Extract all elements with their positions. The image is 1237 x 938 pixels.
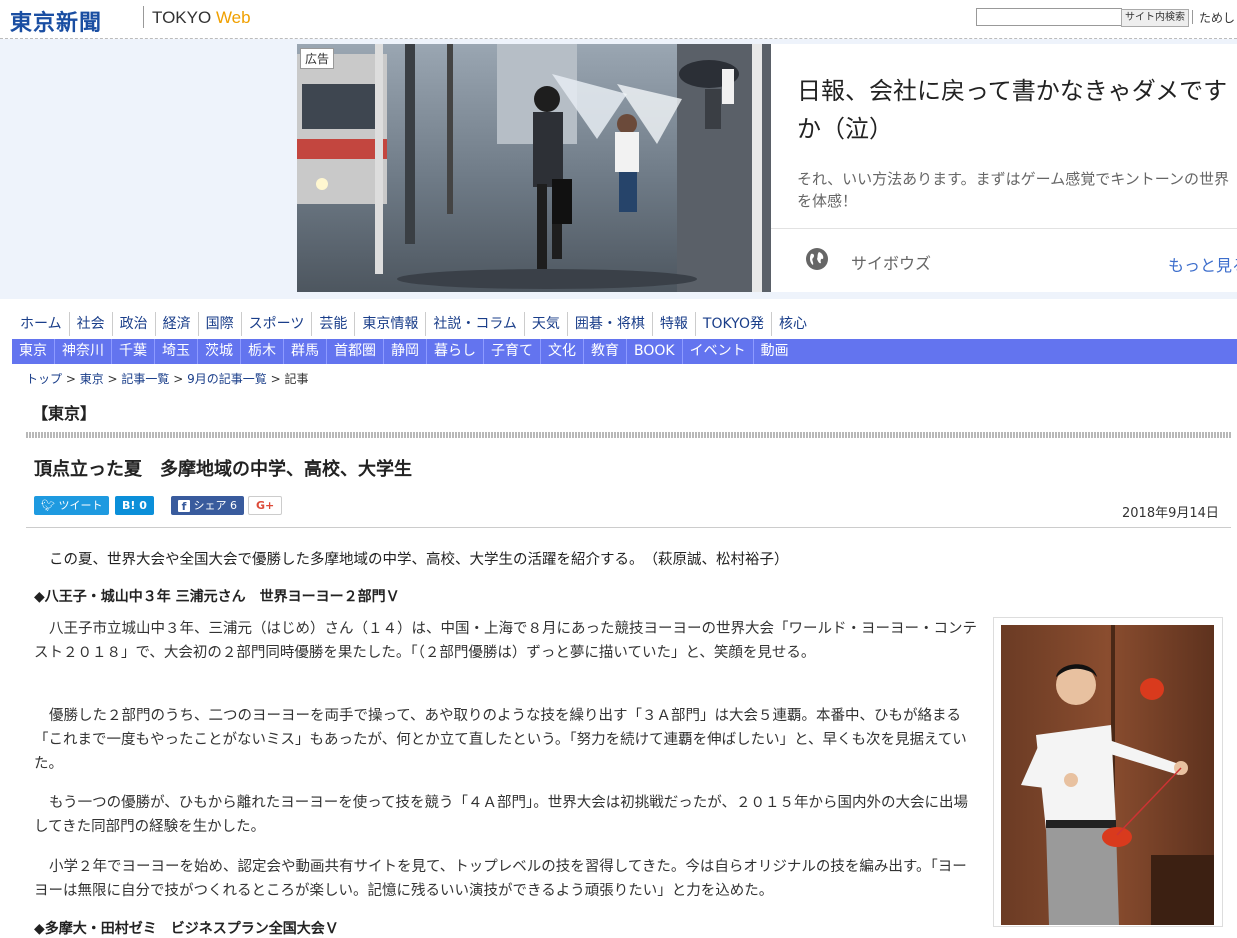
site-search-button[interactable]: サイト内検索: [1121, 9, 1189, 27]
nav-region-book[interactable]: BOOK: [626, 339, 682, 364]
nav-item-home[interactable]: ホーム: [13, 312, 69, 336]
nav-item-weather[interactable]: 天気: [523, 312, 567, 336]
breadcrumb-top[interactable]: トップ: [26, 372, 62, 386]
nav-region-kanagawa[interactable]: 神奈川: [54, 339, 111, 364]
nav-item-entertainment[interactable]: 芸能: [311, 312, 354, 336]
ad-divider: [771, 228, 1237, 229]
ad-photo-rainy-street[interactable]: [297, 44, 771, 292]
logo-en-web: Web: [215, 8, 251, 27]
globe-icon-svg: [806, 248, 828, 270]
nav-region-saitama[interactable]: 埼玉: [154, 339, 197, 364]
nav-region-tokyo[interactable]: 東京: [12, 339, 54, 364]
nav-item-society[interactable]: 社会: [68, 312, 112, 336]
nav-region-ibaraki[interactable]: 茨城: [197, 339, 240, 364]
breadcrumb-article-list[interactable]: 記事一覧: [121, 372, 169, 386]
section-title: 【東京】: [32, 404, 97, 423]
main-navigation: ホーム 社会 政治 経済 国際 スポーツ 芸能 東京情報 社説・コラム 天気 囲…: [13, 312, 814, 336]
breadcrumb-sep: >: [266, 372, 285, 386]
nav-item-tokyo-hatsu[interactable]: TOKYO発: [694, 312, 771, 336]
facebook-share-button[interactable]: f シェア 6: [171, 496, 244, 515]
nav-item-politics[interactable]: 政治: [111, 312, 155, 336]
nav-region-shutoken[interactable]: 首都圏: [326, 339, 383, 364]
ad-label: 広告: [300, 48, 335, 69]
nav-item-core[interactable]: 核心: [770, 312, 814, 336]
nav-item-go-shogi[interactable]: 囲碁・将棋: [566, 312, 652, 336]
breadcrumb-current: 記事: [284, 372, 309, 386]
breadcrumb-sep: >: [169, 372, 188, 386]
twitter-bird-icon: 🐦︎: [41, 499, 55, 512]
nav-region-shizuoka[interactable]: 静岡: [383, 339, 426, 364]
breadcrumb-sep: >: [62, 372, 80, 386]
article-paragraph: 優勝した２部門のうち、二つのヨーヨーを両手で操って、あや取りのような技を繰り出す…: [34, 708, 967, 772]
article-header-divider: [26, 527, 1231, 528]
nav-region-event[interactable]: イベント: [681, 339, 753, 364]
facebook-share-label: シェア 6: [193, 499, 238, 512]
breadcrumb: トップ > 東京 > 記事一覧 > 9月の記事一覧 > 記事: [26, 370, 308, 387]
article-headline: 頂点立った夏 多摩地域の中学、高校、大学生: [34, 459, 412, 480]
ad-headline[interactable]: 日報、会社に戻って書かなきゃダメですか（泣）: [797, 72, 1237, 148]
nav-item-international[interactable]: 国際: [197, 312, 241, 336]
breadcrumb-tokyo[interactable]: 東京: [80, 372, 104, 386]
breadcrumb-september-list[interactable]: 9月の記事一覧: [187, 372, 267, 386]
trial-link[interactable]: ためし: [1199, 9, 1235, 26]
nav-item-editorial[interactable]: 社説・コラム: [425, 312, 524, 336]
breadcrumb-sep: >: [103, 372, 122, 386]
site-logo[interactable]: 東京新聞: [10, 5, 102, 37]
publish-date: 2018年9月14日: [1122, 506, 1219, 521]
article-paragraph: もう一つの優勝が、ひもから離れたヨーヨーを使って技を競う「４Ａ部門」。世界大会は…: [34, 795, 969, 835]
article-subheading: ◆八王子・城山中３年 三浦元さん 世界ヨーヨー２部門Ｖ: [34, 589, 400, 605]
ad-description[interactable]: それ、いい方法あります。まずはゲーム感覚でキントーンの世界を体感！: [797, 168, 1237, 212]
article-photo-illustration: [1001, 625, 1214, 925]
nav-item-sports[interactable]: スポーツ: [240, 312, 312, 336]
article-paragraph: 八王子市立城山中３年、三浦元（はじめ）さん（１４）は、中国・上海で８月にあった競…: [34, 621, 977, 661]
logo-en-main: TOKYO: [152, 8, 216, 27]
tweet-label: ツイート: [58, 499, 103, 512]
tokyo-web-logo[interactable]: TOKYO Web: [152, 8, 251, 28]
nav-region-video[interactable]: 動画: [752, 339, 796, 364]
logo-divider: [143, 6, 144, 28]
facebook-icon: f: [178, 500, 190, 513]
nav-item-special-report[interactable]: 特報: [651, 312, 695, 336]
tweet-button[interactable]: 🐦︎ ツイート: [34, 496, 110, 515]
ad-advertiser[interactable]: サイボウズ: [851, 250, 931, 274]
nav-region-living[interactable]: 暮らし: [426, 339, 483, 364]
nav-region-education[interactable]: 教育: [583, 339, 626, 364]
article-subheading: ◆多摩大・田村ゼミ ビジネスプラン全国大会Ｖ: [34, 921, 339, 937]
article-paragraph: 小学２年でヨーヨーを始め、認定会や動画共有サイトを見て、トップレベルの技を習得し…: [34, 859, 967, 899]
nav-region-tochigi[interactable]: 栃木: [240, 339, 283, 364]
globe-icon: [805, 247, 829, 271]
nav-region-parenting[interactable]: 子育て: [483, 339, 540, 364]
article-lead: この夏、世界大会や全国大会で優勝した多摩地域の中学、高校、大学生の活躍を紹介する…: [49, 552, 789, 568]
header-divider: [1192, 10, 1193, 24]
regional-navigation: 東京 神奈川 千葉 埼玉 茨城 栃木 群馬 首都圏 静岡 暮らし 子育て 文化 …: [12, 339, 1237, 364]
article-photo-yoyo-player[interactable]: [1001, 625, 1214, 925]
ad-photo-illustration: [297, 44, 771, 292]
nav-item-economy[interactable]: 経済: [154, 312, 198, 336]
nav-region-gunma[interactable]: 群馬: [283, 339, 326, 364]
hatena-bookmark-button[interactable]: B! 0: [115, 496, 154, 515]
nav-item-tokyo-info[interactable]: 東京情報: [354, 312, 425, 336]
nav-region-culture[interactable]: 文化: [540, 339, 583, 364]
ad-more-link[interactable]: もっと見る: [1168, 252, 1237, 276]
section-divider: [26, 432, 1231, 438]
google-plus-button[interactable]: G+: [248, 496, 283, 515]
site-search-input[interactable]: [976, 8, 1122, 26]
nav-region-chiba[interactable]: 千葉: [111, 339, 154, 364]
